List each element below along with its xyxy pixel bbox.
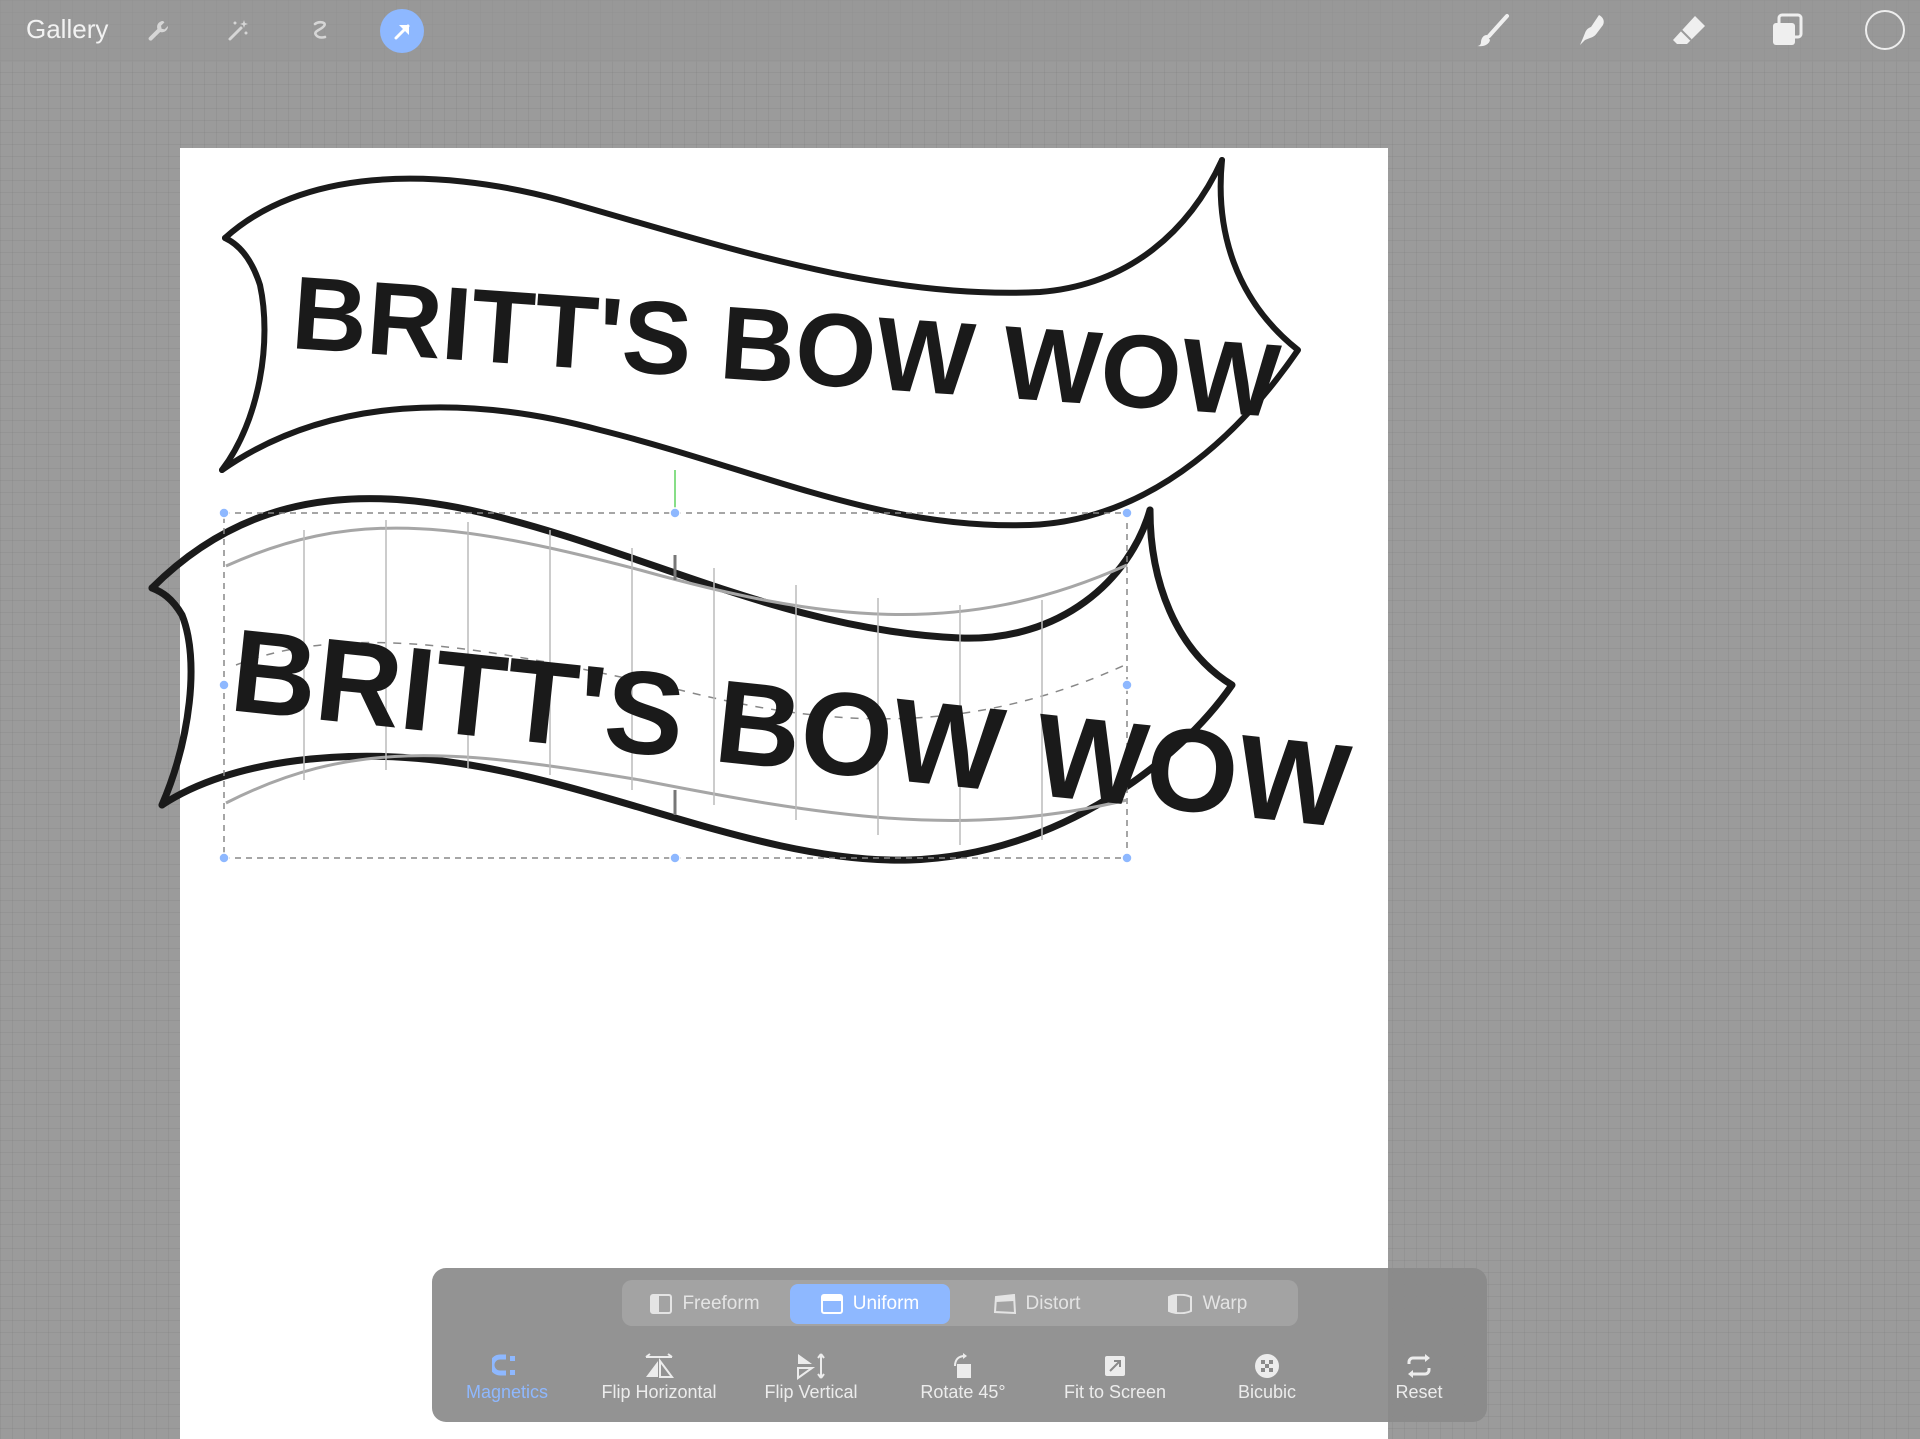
top-toolbar: Gallery — [0, 0, 1920, 62]
flip-horizontal-icon — [645, 1353, 674, 1378]
flip-vertical-icon — [797, 1353, 825, 1380]
mode-uniform[interactable]: Uniform — [790, 1284, 950, 1324]
action-label: Magnetics — [465, 1382, 549, 1402]
handle-bottom-right[interactable] — [1121, 852, 1133, 864]
mode-warp[interactable]: Warp — [1132, 1284, 1282, 1324]
transform-arrow-icon[interactable] — [380, 9, 424, 53]
handle-top-right[interactable] — [1121, 507, 1133, 519]
magic-wand-icon[interactable] — [216, 9, 260, 53]
transform-mode-bar: Freeform Uniform Distort Warp — [622, 1280, 1298, 1326]
mode-distort[interactable]: Distort — [962, 1284, 1112, 1324]
magnetics-button[interactable]: Magnetics — [432, 1350, 582, 1403]
mode-freeform[interactable]: Freeform — [630, 1284, 780, 1324]
action-label: Rotate 45° — [920, 1382, 1006, 1402]
action-label: Reset — [1395, 1382, 1443, 1402]
handle-middle-right[interactable] — [1121, 679, 1133, 691]
reset-icon — [1407, 1354, 1431, 1378]
mode-label: Uniform — [852, 1293, 920, 1314]
reset-button[interactable]: Reset — [1344, 1350, 1494, 1403]
action-label: Flip Horizontal — [601, 1382, 717, 1402]
mode-label: Freeform — [682, 1293, 760, 1314]
magnet-icon — [492, 1354, 515, 1376]
handle-middle-left[interactable] — [218, 679, 230, 691]
bicubic-icon — [1255, 1354, 1279, 1378]
wrench-icon[interactable] — [136, 9, 180, 53]
handle-bottom-left[interactable] — [218, 852, 230, 864]
flip-horizontal-button[interactable]: Flip Horizontal — [584, 1350, 734, 1403]
rotate-45-button[interactable]: Rotate 45° — [888, 1350, 1038, 1403]
handle-top-center[interactable] — [669, 507, 681, 519]
uniform-icon — [820, 1294, 843, 1314]
eraser-icon[interactable] — [1666, 8, 1712, 54]
layers-icon[interactable] — [1764, 8, 1810, 54]
warp-icon — [1167, 1294, 1192, 1314]
flip-vertical-button[interactable]: Flip Vertical — [736, 1350, 886, 1403]
distort-icon — [993, 1294, 1016, 1314]
action-label: Bicubic — [1237, 1382, 1297, 1402]
brush-icon[interactable] — [1470, 8, 1516, 54]
color-picker-button[interactable] — [1865, 10, 1905, 50]
selection-icon[interactable] — [298, 9, 342, 53]
gallery-button[interactable]: Gallery — [26, 14, 108, 45]
action-label: Flip Vertical — [764, 1382, 858, 1402]
mode-label: Warp — [1202, 1293, 1248, 1314]
drawing-canvas[interactable] — [180, 148, 1388, 1439]
rotate-icon — [954, 1353, 971, 1378]
bicubic-button[interactable]: Bicubic — [1192, 1350, 1342, 1403]
mode-label: Distort — [1025, 1293, 1081, 1314]
smudge-icon[interactable] — [1568, 8, 1614, 54]
fit-to-screen-button[interactable]: Fit to Screen — [1040, 1350, 1190, 1403]
handle-bottom-center[interactable] — [669, 852, 681, 864]
fit-screen-icon — [1105, 1356, 1125, 1376]
freeform-icon — [650, 1294, 673, 1314]
transform-panel: Freeform Uniform Distort Warp Magnetics … — [432, 1268, 1487, 1422]
handle-top-left[interactable] — [218, 507, 230, 519]
action-label: Fit to Screen — [1063, 1382, 1167, 1402]
